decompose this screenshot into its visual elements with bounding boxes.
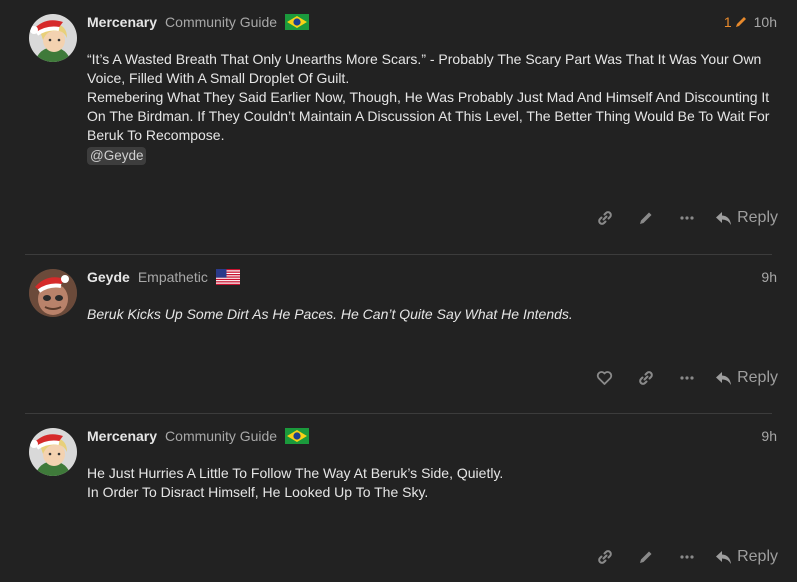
post-time: 9h bbox=[761, 428, 777, 444]
reply-button[interactable]: Reply bbox=[715, 369, 778, 387]
edit-history[interactable]: 1 bbox=[724, 14, 748, 30]
avatar[interactable] bbox=[29, 14, 77, 62]
edit-button[interactable] bbox=[625, 205, 666, 231]
heart-icon bbox=[596, 371, 613, 385]
ellipsis-icon bbox=[679, 555, 694, 559]
post-actions: Reply bbox=[584, 544, 778, 570]
post-meta: Geyde Empathetic bbox=[87, 267, 240, 287]
reply-label: Reply bbox=[737, 369, 778, 386]
post-paragraph: He Just Hurries A Little To Follow The W… bbox=[87, 465, 504, 481]
copy-link-button[interactable] bbox=[625, 365, 666, 391]
post-date[interactable]: 9h bbox=[761, 267, 777, 287]
more-options-button[interactable] bbox=[666, 544, 707, 570]
more-options-button[interactable] bbox=[666, 365, 707, 391]
post-time: 9h bbox=[761, 269, 777, 285]
edit-count: 1 bbox=[723, 14, 732, 30]
reply-arrow-icon bbox=[716, 371, 732, 385]
post-3: Mercenary Community Guide 9h He Just Hur… bbox=[0, 414, 797, 582]
post-time: 10h bbox=[753, 14, 777, 30]
post-meta: Mercenary Community Guide bbox=[87, 12, 310, 32]
link-icon bbox=[638, 371, 653, 385]
pencil-icon bbox=[639, 212, 652, 224]
post-date[interactable]: 1 10h bbox=[724, 12, 777, 32]
reply-arrow-icon bbox=[716, 211, 732, 225]
mercenary-avatar-icon bbox=[29, 428, 77, 476]
post-actions: Reply bbox=[584, 365, 778, 391]
ellipsis-icon bbox=[679, 376, 694, 380]
more-options-button[interactable] bbox=[666, 205, 707, 231]
post-date[interactable]: 9h bbox=[761, 426, 777, 446]
user-title: Community Guide bbox=[165, 428, 278, 444]
user-title: Empathetic bbox=[137, 269, 208, 285]
copy-link-button[interactable] bbox=[584, 544, 625, 570]
reply-label: Reply bbox=[737, 209, 778, 226]
mercenary-avatar-icon bbox=[29, 14, 77, 62]
avatar[interactable] bbox=[29, 428, 77, 476]
user-title: Community Guide bbox=[165, 14, 278, 30]
like-button[interactable] bbox=[584, 365, 625, 391]
reply-label: Reply bbox=[737, 548, 778, 565]
post-actions: Reply bbox=[584, 205, 778, 231]
username[interactable]: Mercenary bbox=[87, 428, 157, 444]
post-body: He Just Hurries A Little To Follow The W… bbox=[87, 464, 777, 502]
copy-link-button[interactable] bbox=[584, 205, 625, 231]
post-paragraph: In Order To Disract Himself, He Looked U… bbox=[87, 484, 429, 500]
pencil-icon bbox=[639, 551, 652, 563]
pencil-icon bbox=[735, 17, 746, 27]
username[interactable]: Mercenary bbox=[87, 14, 157, 30]
post-paragraph: “It’s A Wasted Breath That Only Unearths… bbox=[87, 51, 762, 86]
avatar[interactable] bbox=[29, 269, 77, 317]
user-mention[interactable]: @Geyde bbox=[87, 147, 147, 165]
geyde-avatar-icon bbox=[29, 269, 77, 317]
brazil-flag-icon bbox=[285, 14, 310, 30]
reply-arrow-icon bbox=[716, 550, 732, 564]
link-icon bbox=[597, 550, 612, 564]
link-icon bbox=[597, 211, 612, 225]
edit-button[interactable] bbox=[625, 544, 666, 570]
post-1: Mercenary Community Guide 1 10h “It’s A … bbox=[0, 0, 797, 254]
post-paragraph: Beruk Kicks Up Some Dirt As He Paces. He… bbox=[87, 306, 573, 322]
post-meta: Mercenary Community Guide bbox=[87, 426, 310, 446]
brazil-flag-icon bbox=[285, 428, 310, 444]
reply-button[interactable]: Reply bbox=[715, 209, 778, 227]
post-2: Geyde Empathetic 9h Beruk Kicks Up Some … bbox=[0, 255, 797, 413]
ellipsis-icon bbox=[679, 216, 694, 220]
post-body: “It’s A Wasted Breath That Only Unearths… bbox=[87, 50, 777, 165]
post-body: Beruk Kicks Up Some Dirt As He Paces. He… bbox=[87, 305, 777, 324]
usa-flag-icon bbox=[215, 269, 240, 285]
reply-button[interactable]: Reply bbox=[715, 548, 778, 566]
post-paragraph: Remebering What They Said Earlier Now, T… bbox=[87, 89, 770, 143]
username[interactable]: Geyde bbox=[87, 269, 130, 285]
